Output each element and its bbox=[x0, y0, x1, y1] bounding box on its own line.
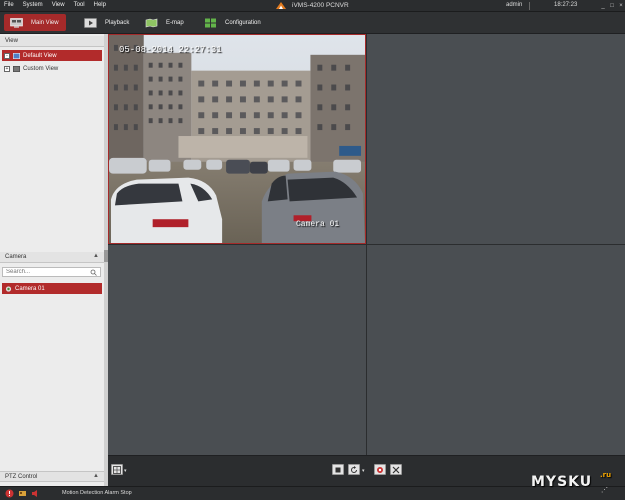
clock: 18:27:23 bbox=[554, 2, 578, 8]
audio-icon[interactable] bbox=[31, 489, 40, 498]
left-panel: View - Default View + Custom View Camera… bbox=[0, 34, 108, 486]
tab-playback-label: Playback bbox=[105, 19, 130, 26]
resize-grip-icon[interactable]: ⋰ bbox=[601, 486, 608, 494]
view-panel-header[interactable]: View bbox=[0, 36, 104, 47]
video-window-1[interactable]: 05-08-2014 22:27:31 Camera 01 bbox=[108, 34, 366, 244]
view-item-default-label: Default View bbox=[23, 52, 57, 59]
collapse-toggle[interactable]: - bbox=[4, 52, 10, 59]
view-item-custom[interactable]: + Custom View bbox=[2, 63, 102, 74]
view-folder-icon bbox=[13, 52, 20, 59]
auto-switch-dropdown-icon[interactable]: ▾ bbox=[362, 468, 365, 474]
camera-item-01[interactable]: Camera 01 bbox=[2, 283, 102, 294]
window-layout-button[interactable] bbox=[111, 464, 123, 475]
grid-config-icon bbox=[205, 18, 216, 27]
video-window-3[interactable] bbox=[108, 245, 366, 455]
video-grid: 05-08-2014 22:27:31 Camera 01 bbox=[108, 34, 625, 455]
expand-toggle[interactable]: + bbox=[4, 65, 10, 72]
layout-dropdown-icon[interactable]: ▾ bbox=[124, 468, 127, 474]
alarm-icon[interactable] bbox=[5, 489, 14, 498]
app-logo-icon bbox=[276, 2, 286, 9]
video-window-4[interactable] bbox=[367, 245, 625, 455]
ptz-panel-title: PTZ Control bbox=[5, 474, 38, 480]
stop-icon bbox=[335, 467, 341, 472]
watermark-text: MYSKU bbox=[531, 474, 593, 490]
module-tab-bar: Main View Playback E-map Configuration bbox=[0, 12, 625, 34]
chevron-up-icon[interactable]: ▲ bbox=[93, 253, 99, 259]
monitor-icon bbox=[10, 17, 23, 28]
view-panel-title: View bbox=[5, 38, 18, 44]
layout-grid-icon bbox=[113, 465, 121, 474]
view-item-custom-label: Custom View bbox=[23, 65, 59, 72]
event-icon[interactable] bbox=[18, 489, 27, 498]
camera-panel-title: Camera bbox=[5, 254, 27, 260]
map-icon bbox=[145, 18, 158, 27]
video-camera-name: Camera 01 bbox=[296, 220, 340, 229]
view-item-default[interactable]: - Default View bbox=[2, 50, 102, 61]
camera-search-input[interactable] bbox=[3, 269, 87, 275]
app-title: iVMS-4200 PCNVR bbox=[275, 1, 349, 10]
tab-playback[interactable]: Playback bbox=[78, 14, 138, 31]
fullscreen-button[interactable] bbox=[390, 464, 402, 475]
capture-button[interactable] bbox=[374, 464, 386, 475]
auto-switch-button[interactable] bbox=[348, 464, 360, 475]
status-message: Motion Detection Alarm Stop bbox=[62, 490, 132, 496]
menu-list: File System View Tool Help bbox=[4, 2, 115, 8]
status-icons bbox=[5, 489, 44, 498]
search-icon[interactable] bbox=[87, 268, 99, 276]
video-timestamp: 05-08-2014 22:27:31 bbox=[119, 45, 222, 55]
tab-configuration[interactable]: Configuration bbox=[198, 14, 278, 31]
window-controls: _ □ × bbox=[598, 1, 625, 10]
refresh-icon bbox=[351, 465, 357, 473]
film-icon bbox=[84, 17, 97, 28]
tab-main-view-label: Main View bbox=[31, 19, 59, 26]
close-button[interactable]: × bbox=[617, 1, 625, 10]
view-folder-icon bbox=[13, 65, 20, 72]
minimize-button[interactable]: _ bbox=[599, 1, 607, 10]
maximize-button[interactable]: □ bbox=[608, 1, 616, 10]
ptz-panel-header[interactable]: PTZ Control ▲ bbox=[0, 471, 104, 482]
menu-help[interactable]: Help bbox=[94, 2, 106, 8]
menu-bar: File System View Tool Help iVMS-4200 PCN… bbox=[0, 0, 625, 12]
title-separator bbox=[529, 2, 530, 10]
camera-search-box bbox=[2, 267, 101, 277]
menu-file[interactable]: File bbox=[4, 2, 14, 8]
camera-icon bbox=[5, 285, 12, 292]
fullscreen-icon bbox=[392, 466, 400, 473]
tab-main-view[interactable]: Main View bbox=[4, 14, 66, 31]
stop-all-button[interactable] bbox=[332, 464, 344, 475]
watermark: MYSKU .ru bbox=[531, 471, 611, 490]
capture-icon bbox=[377, 466, 383, 473]
camera-feed-image bbox=[109, 35, 365, 243]
video-window-2[interactable] bbox=[367, 34, 625, 244]
tab-emap-label: E-map bbox=[166, 19, 184, 26]
ivms-window: File System View Tool Help iVMS-4200 PCN… bbox=[0, 0, 625, 500]
tab-configuration-label: Configuration bbox=[225, 19, 261, 26]
app-title-text: iVMS-4200 PCNVR bbox=[292, 2, 349, 9]
menu-tool[interactable]: Tool bbox=[74, 2, 85, 8]
chevron-up-icon[interactable]: ▲ bbox=[93, 473, 99, 479]
camera-panel-header[interactable]: Camera ▲ bbox=[0, 252, 104, 263]
camera-item-01-label: Camera 01 bbox=[15, 285, 45, 292]
username: admin bbox=[506, 2, 523, 8]
menu-system[interactable]: System bbox=[23, 2, 43, 8]
watermark-suffix: .ru bbox=[600, 471, 612, 479]
tab-emap[interactable]: E-map bbox=[139, 14, 194, 31]
menu-view[interactable]: View bbox=[52, 2, 65, 8]
